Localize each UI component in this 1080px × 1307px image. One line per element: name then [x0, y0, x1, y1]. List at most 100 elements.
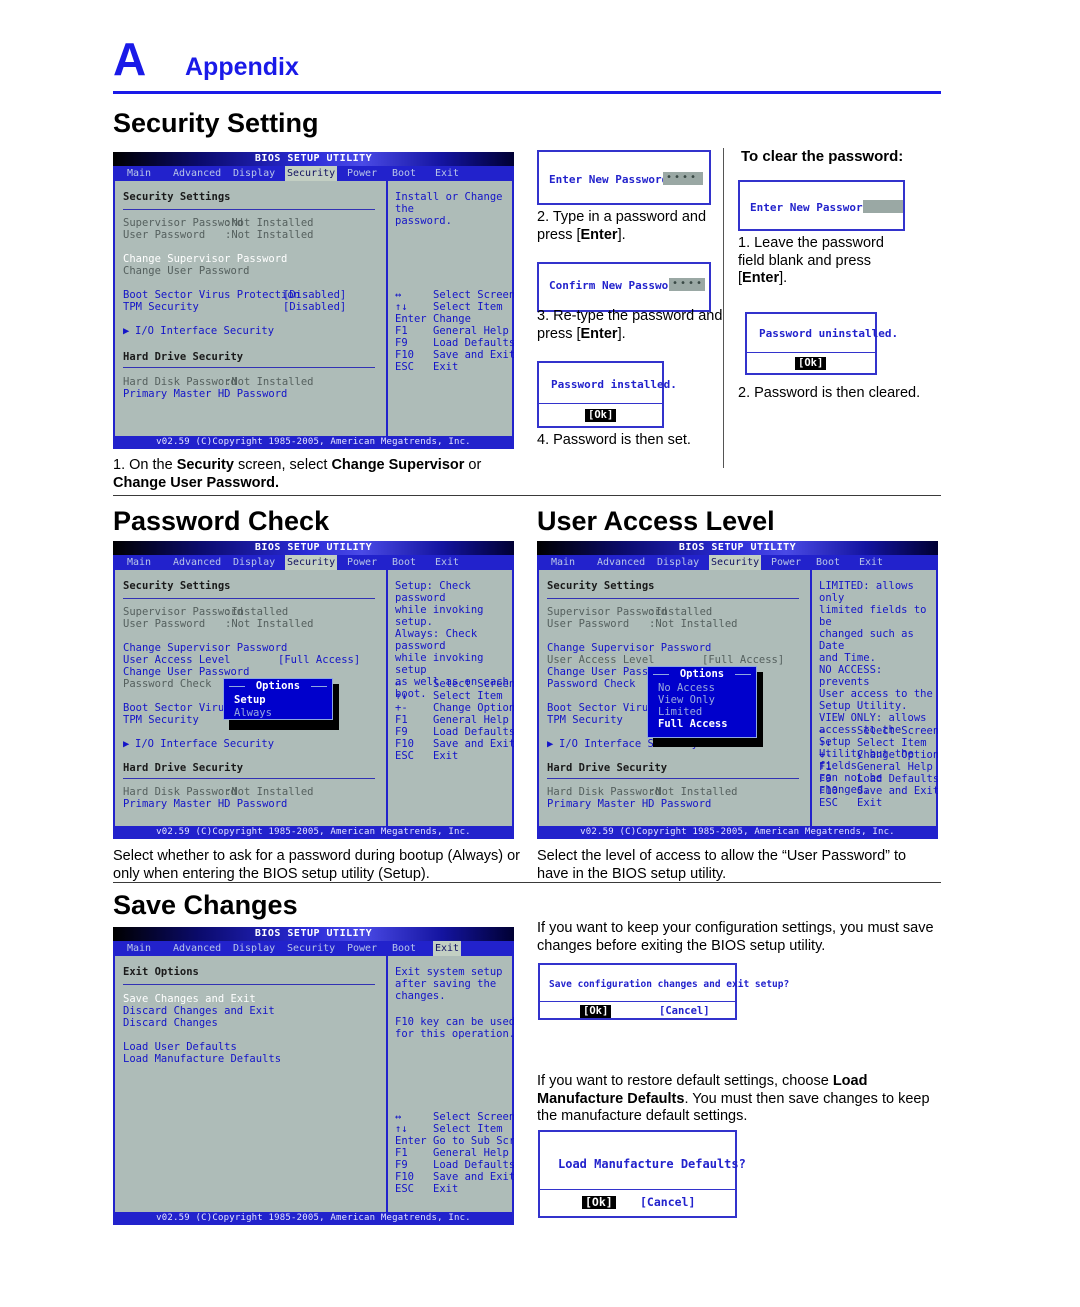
bios-item-change-user-password[interactable]: Change User Password	[123, 265, 249, 277]
bios-item-discard-changes-and-exit[interactable]: Discard Changes and Exit	[123, 1005, 275, 1017]
bios-tab-display[interactable]: Display	[231, 166, 277, 181]
page-root: A Appendix Security Setting BIOS SETUP U…	[0, 0, 1080, 1307]
bios-item-primary-master-hd-password[interactable]: Primary Master HD Password	[547, 798, 711, 810]
bios-screen-user-access-level[interactable]: BIOS SETUP UTILITY Main Advanced Display…	[537, 541, 938, 839]
bios-item-change-supervisor-password[interactable]: Change Supervisor Password	[123, 642, 287, 654]
bios-screen-exit[interactable]: BIOS SETUP UTILITY Main Advanced Display…	[113, 927, 514, 1225]
dialog-enter-new-password-blank[interactable]: Enter New Password	[738, 180, 905, 231]
bios-key-desc-6: Exit	[857, 797, 883, 809]
bios-heading: Exit Options	[123, 966, 199, 978]
bios-row-value-supervisor-password: :Installed	[225, 606, 289, 618]
ok-button[interactable]: [Ok]	[795, 357, 827, 370]
bios-item-password-check[interactable]: Password Check	[123, 678, 212, 690]
bios-tab-security[interactable]: Security	[285, 941, 337, 956]
bios-option-label-tpm-security[interactable]: TPM Security	[123, 714, 199, 726]
bios-hd-rule	[547, 778, 799, 779]
bios-key-1: ↑↓	[395, 301, 408, 313]
bios-screen-password-check[interactable]: BIOS SETUP UTILITY Main Advanced Display…	[113, 541, 514, 839]
bios-tab-exit[interactable]: Exit	[433, 555, 461, 570]
popup-option-limited[interactable]: Limited	[658, 706, 702, 718]
bios-submenu-io-interface-security[interactable]: I/O Interface Security	[135, 325, 274, 337]
cancel-button[interactable]: [Cancel]	[656, 1005, 713, 1018]
bios-item-user-access-level[interactable]: User Access Level	[123, 654, 230, 666]
bios-menubar[interactable]: Main Advanced Display Security Power Boo…	[113, 555, 514, 570]
bios-item-change-supervisor-password[interactable]: Change Supervisor Password	[547, 642, 711, 654]
bios-screen-security[interactable]: BIOS SETUP UTILITY Main Advanced Display…	[113, 152, 514, 449]
password-blank-input[interactable]	[863, 200, 903, 213]
bios-tab-advanced[interactable]: Advanced	[171, 555, 223, 570]
bios-item-primary-master-hd-password[interactable]: Primary Master HD Password	[123, 798, 287, 810]
bios-item-save-changes-and-exit[interactable]: Save Changes and Exit	[123, 993, 256, 1005]
bios-menubar[interactable]: Main Advanced Display Security Power Boo…	[113, 941, 514, 956]
bios-tab-exit[interactable]: Exit	[433, 941, 462, 956]
ok-button[interactable]: [Ok]	[580, 1005, 612, 1018]
bios-tab-main[interactable]: Main	[549, 555, 577, 570]
bios-row-value-user-password: :Not Installed	[649, 618, 738, 630]
bios-tab-boot[interactable]: Boot	[390, 941, 418, 956]
popup-options-password-check[interactable]: Options Setup Always	[223, 678, 333, 720]
bios-key-1: ↑↓	[395, 690, 408, 702]
bios-item-password-check[interactable]: Password Check	[547, 678, 636, 690]
bios-item-primary-master-hd-password[interactable]: Primary Master HD Password	[123, 388, 287, 400]
bios-tab-advanced[interactable]: Advanced	[171, 941, 223, 956]
bios-item-discard-changes[interactable]: Discard Changes	[123, 1017, 218, 1029]
bios-tab-power[interactable]: Power	[345, 555, 379, 570]
popup-option-no-access[interactable]: No Access	[658, 682, 715, 694]
bios-tab-security[interactable]: Security	[285, 555, 338, 570]
bios-tab-boot[interactable]: Boot	[390, 166, 418, 181]
bios-tab-main[interactable]: Main	[125, 166, 153, 181]
bios-item-load-user-defaults[interactable]: Load User Defaults	[123, 1041, 237, 1053]
bios-item-change-user-password[interactable]: Change User Password	[123, 666, 249, 678]
bios-tab-advanced[interactable]: Advanced	[595, 555, 647, 570]
bios-tab-main[interactable]: Main	[125, 941, 153, 956]
password-confirm-input[interactable]: ••••	[669, 278, 705, 291]
bios-menubar[interactable]: Main Advanced Display Security Power Boo…	[113, 166, 514, 181]
dialog-enter-new-password[interactable]: Enter New Password ••••	[537, 150, 711, 205]
bios-tab-display[interactable]: Display	[231, 555, 277, 570]
bios-tab-exit[interactable]: Exit	[857, 555, 885, 570]
page-title-save-changes: Save Changes	[113, 890, 298, 920]
dialog-save-configuration[interactable]: Save configuration changes and exit setu…	[538, 963, 789, 1020]
popup-option-full-access[interactable]: Full Access	[658, 718, 728, 730]
popup-options-user-access-level[interactable]: Options No Access View Only Limited Full…	[647, 666, 757, 738]
bios-tab-boot[interactable]: Boot	[814, 555, 842, 570]
bios-submenu-io-interface-security[interactable]: I/O Interface Security	[135, 738, 274, 750]
cancel-button[interactable]: [Cancel]	[637, 1196, 698, 1209]
bios-item-user-access-level[interactable]: User Access Level	[547, 654, 654, 666]
bios-tab-power[interactable]: Power	[769, 555, 803, 570]
dialog-load-manufacture-defaults[interactable]: Load Manufacture Defaults? [Ok] [Cancel]	[538, 1130, 746, 1218]
bios-tab-advanced[interactable]: Advanced	[171, 166, 223, 181]
popup-option-always[interactable]: Always	[234, 707, 272, 719]
popup-option-setup[interactable]: Setup	[234, 694, 266, 706]
bios-tab-security[interactable]: Security	[285, 166, 338, 181]
dialog-password-uninstalled[interactable]: Password uninstalled. [Ok]	[745, 312, 898, 375]
bios-value-user-access-level[interactable]: [Full Access]	[278, 654, 360, 666]
bios-tab-power[interactable]: Power	[345, 166, 379, 181]
bios-tab-display[interactable]: Display	[655, 555, 701, 570]
bios-tab-power[interactable]: Power	[345, 941, 379, 956]
dialog-separator	[539, 403, 662, 404]
bios-option-label-tpm-security[interactable]: TPM Security	[547, 714, 623, 726]
bios-tab-security[interactable]: Security	[709, 555, 762, 570]
bios-option-value-boot-sector-virus-protection[interactable]: [Disabled]	[283, 289, 346, 301]
bios-option-label-tpm-security[interactable]: TPM Security	[123, 301, 199, 313]
bios-option-label-boot-sector-virus-protection[interactable]: Boot Sector Virus Protection	[123, 289, 300, 301]
bios-key-desc-0: Select Screen	[857, 725, 938, 737]
bios-tab-display[interactable]: Display	[231, 941, 277, 956]
ok-button[interactable]: [Ok]	[585, 409, 617, 422]
popup-option-view-only[interactable]: View Only	[658, 694, 715, 706]
dialog-password-installed[interactable]: Password installed. [Ok]	[537, 361, 677, 428]
ok-button[interactable]: [Ok]	[582, 1196, 616, 1209]
password-input[interactable]: ••••	[663, 172, 703, 185]
bios-key-4: F9	[395, 337, 408, 349]
bios-option-value-tpm-security[interactable]: [Disabled]	[283, 301, 346, 313]
bios-key-desc-2: Change Option	[857, 749, 938, 761]
bios-tab-exit[interactable]: Exit	[433, 166, 461, 181]
bios-tab-boot[interactable]: Boot	[390, 555, 418, 570]
bios-menubar[interactable]: Main Advanced Display Security Power Boo…	[537, 555, 938, 570]
dialog-confirm-new-password[interactable]: Confirm New Password ••••	[537, 262, 711, 312]
bios-tab-main[interactable]: Main	[125, 555, 153, 570]
bios-item-change-supervisor-password[interactable]: Change Supervisor Password	[123, 253, 287, 265]
bios-item-load-manufacture-defaults[interactable]: Load Manufacture Defaults	[123, 1053, 281, 1065]
bios-value-user-access-level[interactable]: [Full Access]	[702, 654, 784, 666]
